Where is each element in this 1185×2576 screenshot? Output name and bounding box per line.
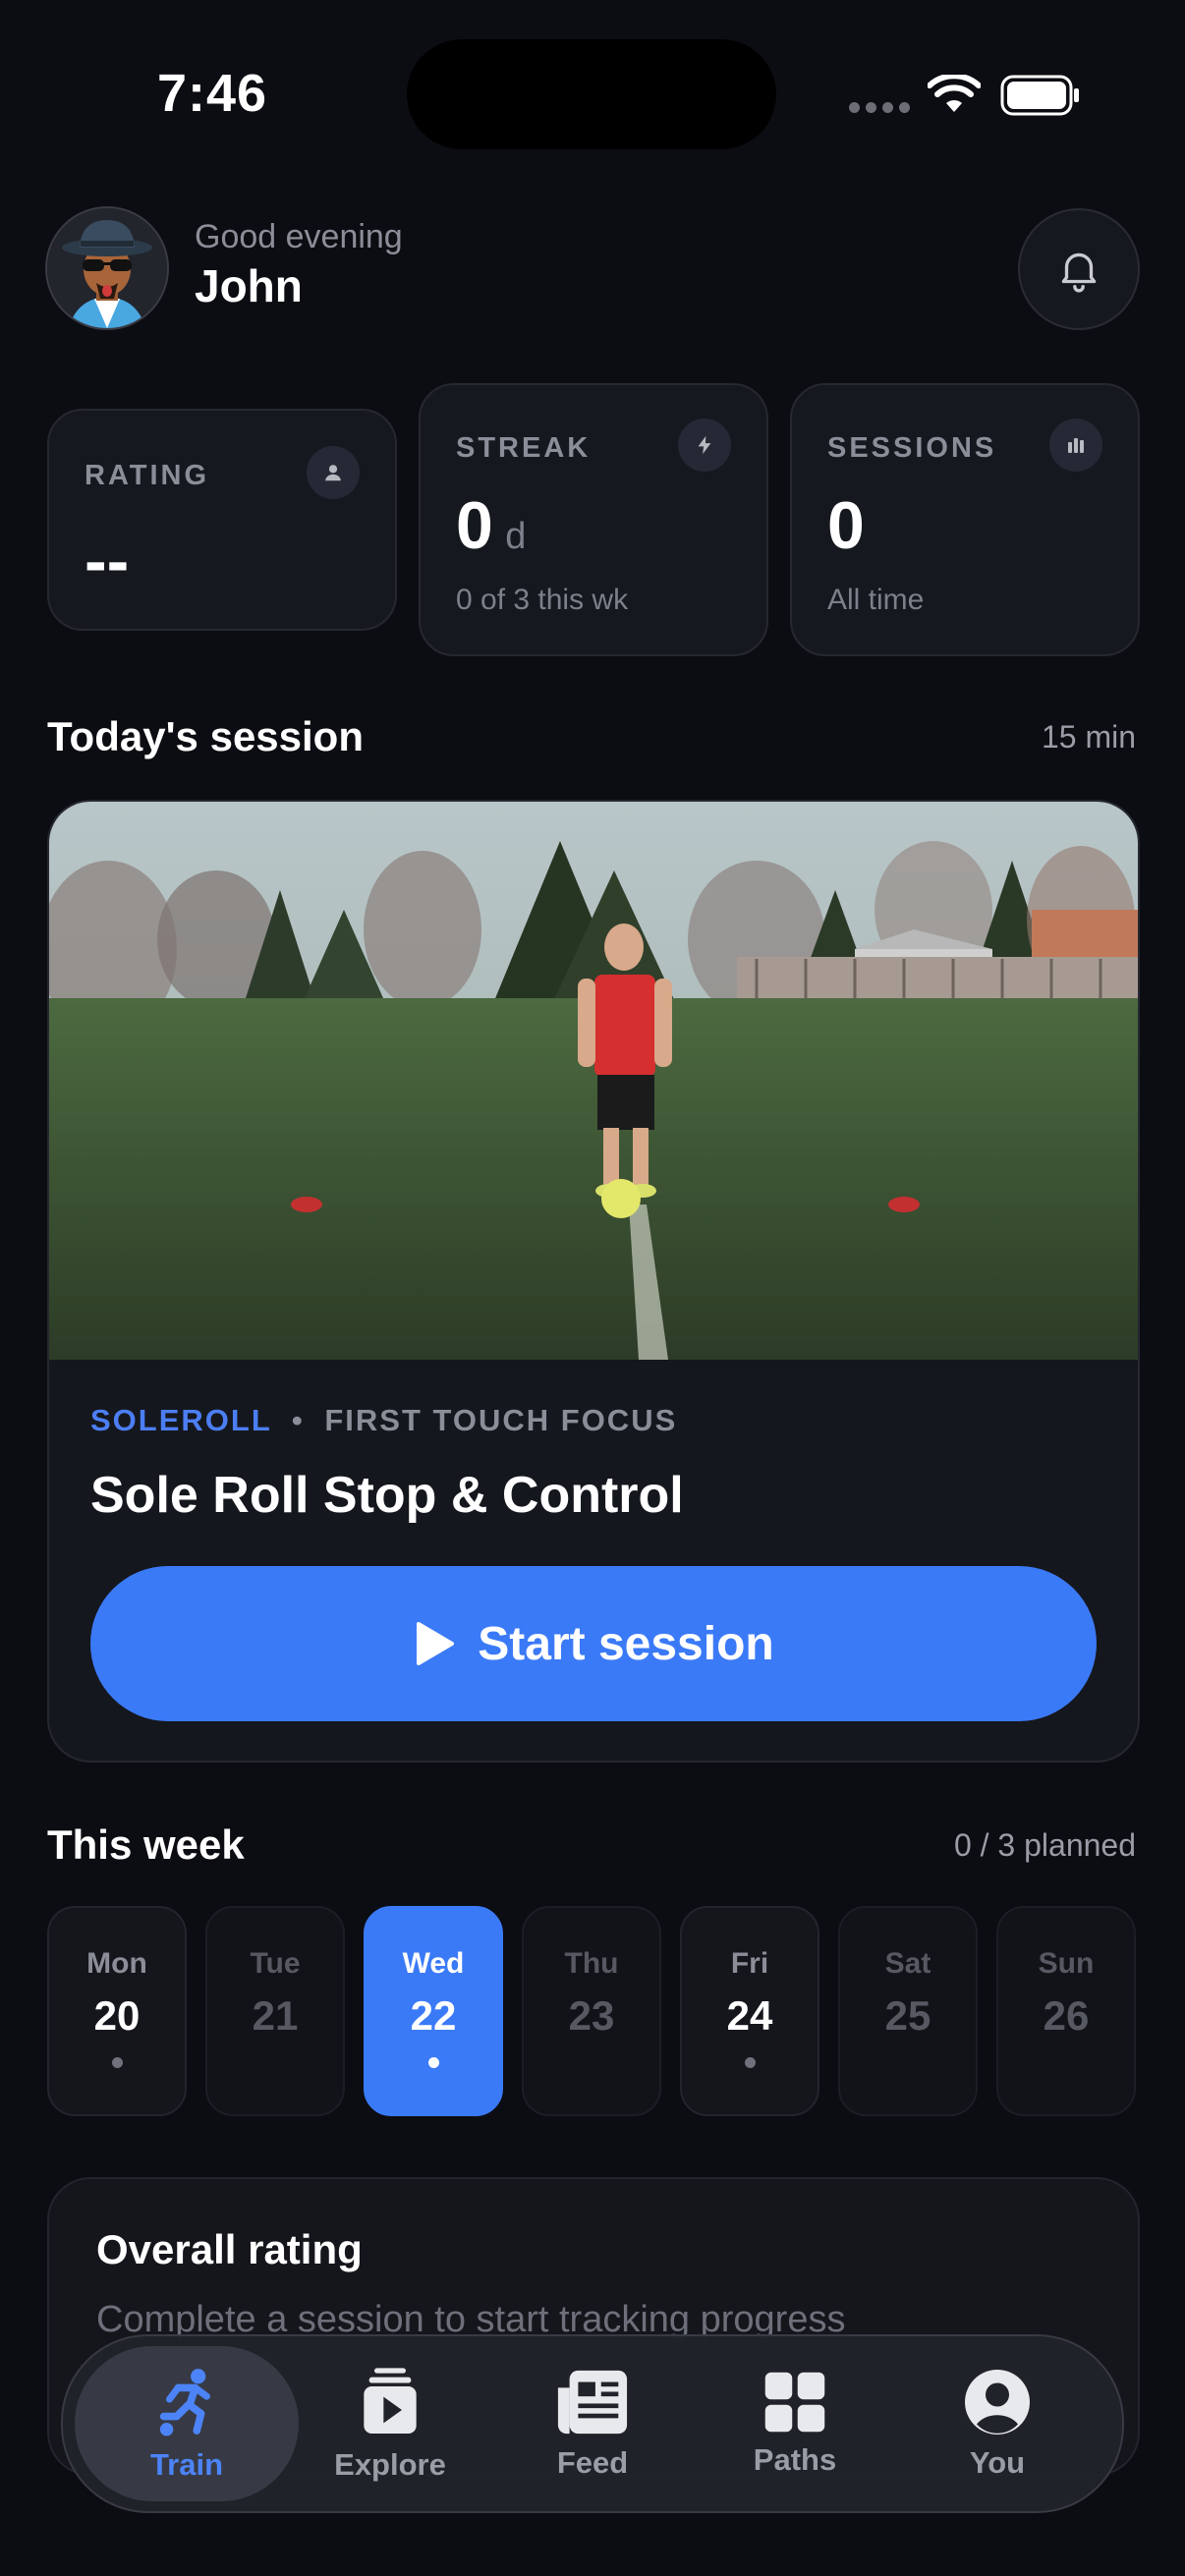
newspaper-icon xyxy=(557,2370,628,2435)
tab-label: Train xyxy=(149,2447,224,2482)
play-icon xyxy=(417,1622,455,1665)
stat-unit: d xyxy=(505,516,527,557)
today-section-title: Today's session xyxy=(47,713,364,759)
start-session-button[interactable]: Start session xyxy=(90,1566,1097,1721)
stat-value: 0 xyxy=(456,488,493,563)
today-session-card[interactable]: SOLEROLL • FIRST TOUCH FOCUS Sole Roll S… xyxy=(47,800,1140,1763)
day-name: Sat xyxy=(884,1947,931,1980)
day-date: 26 xyxy=(1043,1992,1090,2039)
notifications-button[interactable] xyxy=(1018,208,1140,330)
bell-icon xyxy=(1061,252,1097,293)
stat-subtext: 0 of 3 this wk xyxy=(456,584,629,616)
session-title: Sole Roll Stop & Control xyxy=(90,1467,684,1524)
planned-dot xyxy=(111,2057,123,2068)
planned-dot xyxy=(427,2057,439,2068)
avatar[interactable] xyxy=(45,206,169,330)
status-time: 7:46 xyxy=(157,64,268,123)
day-date: 25 xyxy=(884,1992,931,2039)
day-name: Fri xyxy=(730,1947,769,1980)
sessions-stat-card[interactable]: SESSIONS 0 All time xyxy=(790,383,1140,656)
day-name: Thu xyxy=(564,1947,619,1980)
stat-label: SESSIONS xyxy=(827,432,997,464)
avatar-illustration xyxy=(47,208,167,328)
category-separator: • xyxy=(291,1403,305,1437)
planned-dot xyxy=(744,2057,756,2068)
day-date: 20 xyxy=(93,1992,141,2039)
day-name: Wed xyxy=(402,1947,465,1980)
tab-paths[interactable]: Paths xyxy=(692,2336,898,2511)
wifi-icon xyxy=(928,75,981,112)
day-name: Mon xyxy=(86,1947,147,1980)
tab-label: Feed xyxy=(556,2445,629,2480)
tab-you[interactable]: You xyxy=(894,2336,1100,2511)
day-name: Tue xyxy=(250,1947,301,1980)
bar-chart-icon xyxy=(1049,419,1102,472)
session-category: SOLEROLL • FIRST TOUCH FOCUS xyxy=(90,1403,677,1438)
session-video-thumbnail[interactable] xyxy=(49,802,1138,1360)
day-name: Sun xyxy=(1038,1947,1095,1980)
grid-icon xyxy=(764,2372,825,2433)
session-tag: SOLEROLL xyxy=(90,1403,272,1437)
day-date: 22 xyxy=(410,1992,457,2039)
dynamic-island xyxy=(407,39,776,149)
cellular-signal-icon xyxy=(849,102,910,113)
day-tue[interactable]: Tue 21 xyxy=(205,1906,345,2116)
streak-stat-card[interactable]: STREAK 0 d 0 of 3 this wk xyxy=(419,383,768,656)
tab-label: You xyxy=(969,2445,1026,2480)
profile-icon xyxy=(965,2370,1030,2435)
session-focus: FIRST TOUCH FOCUS xyxy=(324,1403,678,1437)
day-sun[interactable]: Sun 26 xyxy=(996,1906,1136,2116)
tab-label: Explore xyxy=(334,2447,446,2482)
play-stack-icon xyxy=(364,2368,417,2434)
tab-explore[interactable]: Explore xyxy=(287,2336,493,2511)
day-sat[interactable]: Sat 25 xyxy=(838,1906,978,2116)
session-duration: 15 min xyxy=(1041,719,1136,755)
day-date: 23 xyxy=(568,1992,615,2039)
bolt-icon xyxy=(678,419,731,472)
day-mon[interactable]: Mon 20 xyxy=(47,1906,187,2116)
tab-feed[interactable]: Feed xyxy=(489,2336,696,2511)
day-wed[interactable]: Wed 22 xyxy=(364,1906,503,2116)
streak-value-row: 0 d xyxy=(456,487,526,564)
day-fri[interactable]: Fri 24 xyxy=(680,1906,819,2116)
stat-label: RATING xyxy=(85,460,210,491)
week-section-title: This week xyxy=(47,1821,245,1868)
battery-icon xyxy=(1000,75,1079,116)
running-player-icon xyxy=(159,2369,210,2436)
greeting-text: Good evening xyxy=(195,218,403,255)
user-name: John xyxy=(195,260,303,311)
tab-label: Paths xyxy=(753,2442,837,2477)
stat-value: -- xyxy=(85,524,130,598)
day-thu[interactable]: Thu 23 xyxy=(522,1906,661,2116)
day-date: 21 xyxy=(252,1992,299,2039)
stat-label: STREAK xyxy=(456,432,592,464)
week-planned-count: 0 / 3 planned xyxy=(953,1827,1136,1863)
start-session-label: Start session xyxy=(478,1617,774,1670)
person-icon xyxy=(307,446,360,499)
tab-train[interactable]: Train xyxy=(75,2346,299,2501)
stat-value: 0 xyxy=(827,488,865,563)
overall-rating-title: Overall rating xyxy=(96,2226,363,2272)
stat-subtext: All time xyxy=(827,584,925,616)
bottom-tab-bar: Train Explore Feed Paths You xyxy=(61,2334,1124,2513)
day-date: 24 xyxy=(726,1992,773,2039)
rating-stat-card[interactable]: RATING -- xyxy=(47,409,397,631)
